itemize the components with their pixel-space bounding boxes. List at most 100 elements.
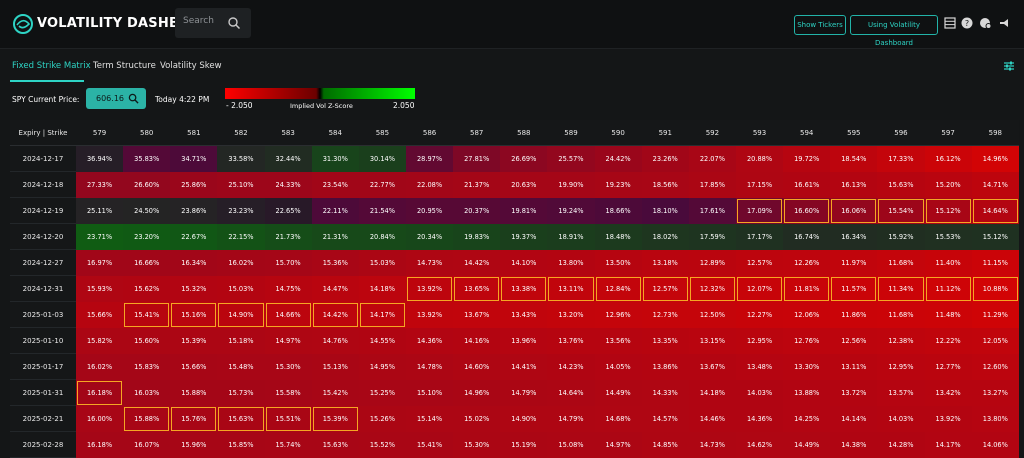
iv-cell[interactable]: 27.33% <box>76 171 124 198</box>
iv-cell[interactable]: 15.93% <box>76 275 124 302</box>
iv-cell[interactable]: 11.81% <box>783 275 831 302</box>
iv-cell[interactable]: 15.39% <box>170 327 218 354</box>
iv-cell[interactable]: 14.97% <box>264 327 312 354</box>
logo-icon[interactable] <box>12 13 34 35</box>
iv-cell[interactable]: 14.73% <box>405 249 454 276</box>
iv-cell[interactable]: 12.95% <box>877 353 925 380</box>
iv-cell[interactable]: 22.77% <box>358 171 406 198</box>
iv-cell[interactable]: 14.41% <box>500 353 548 380</box>
iv-cell[interactable]: 13.80% <box>971 405 1019 432</box>
iv-cell[interactable]: 14.78% <box>405 353 454 380</box>
tab-volatility-skew[interactable]: Volatility Skew <box>160 61 222 71</box>
tab-fixed-strike-matrix[interactable]: Fixed Strike Matrix <box>12 61 91 71</box>
iv-cell[interactable]: 33.58% <box>217 145 265 172</box>
iv-cell[interactable]: 14.18% <box>688 379 736 406</box>
iv-cell[interactable]: 14.60% <box>453 353 501 380</box>
iv-cell[interactable]: 14.96% <box>971 145 1019 172</box>
iv-cell[interactable]: 16.97% <box>76 249 124 276</box>
iv-cell[interactable]: 25.11% <box>76 197 124 224</box>
iv-cell[interactable]: 23.26% <box>641 145 689 172</box>
iv-cell[interactable]: 14.68% <box>594 405 642 432</box>
iv-cell[interactable]: 13.15% <box>688 327 736 354</box>
iv-cell[interactable]: 13.57% <box>877 379 925 406</box>
iv-cell[interactable]: 16.74% <box>783 223 831 250</box>
iv-cell[interactable]: 21.54% <box>358 197 406 224</box>
iv-cell[interactable]: 15.85% <box>217 431 265 458</box>
iv-cell[interactable]: 11.48% <box>924 301 972 328</box>
iv-cell[interactable]: 13.27% <box>971 379 1019 406</box>
iv-cell[interactable]: 13.86% <box>641 353 689 380</box>
iv-cell[interactable]: 17.15% <box>735 171 784 198</box>
iv-cell[interactable]: 15.53% <box>924 223 972 250</box>
iv-cell[interactable]: 22.15% <box>217 223 265 250</box>
iv-cell[interactable]: 15.36% <box>311 249 359 276</box>
iv-cell[interactable]: 14.14% <box>830 405 878 432</box>
iv-cell[interactable]: 13.80% <box>547 249 595 276</box>
iv-cell[interactable]: 15.54% <box>877 197 925 224</box>
iv-cell[interactable]: 11.15% <box>971 249 1019 276</box>
alerts-icon[interactable] <box>979 17 991 29</box>
show-tickers-button[interactable]: Show Tickers <box>794 15 846 35</box>
iv-cell[interactable]: 14.64% <box>971 197 1019 224</box>
iv-cell[interactable]: 12.50% <box>688 301 736 328</box>
iv-cell[interactable]: 15.88% <box>170 379 218 406</box>
price-button[interactable]: 606.16 <box>86 88 146 109</box>
tab-term-structure[interactable]: Term Structure <box>93 61 156 71</box>
iv-cell[interactable]: 16.02% <box>76 353 124 380</box>
iv-cell[interactable]: 19.83% <box>453 223 501 250</box>
iv-cell[interactable]: 15.42% <box>311 379 359 406</box>
iv-cell[interactable]: 12.56% <box>830 327 878 354</box>
announce-icon[interactable] <box>999 17 1011 29</box>
iv-cell[interactable]: 19.72% <box>783 145 831 172</box>
iv-cell[interactable]: 13.67% <box>688 353 736 380</box>
iv-cell[interactable]: 13.65% <box>453 275 501 302</box>
iv-cell[interactable]: 31.30% <box>311 145 359 172</box>
iv-cell[interactable]: 14.97% <box>594 431 642 458</box>
iv-cell[interactable]: 14.38% <box>830 431 878 458</box>
iv-cell[interactable]: 19.90% <box>547 171 595 198</box>
iv-cell[interactable]: 19.37% <box>500 223 548 250</box>
iv-cell[interactable]: 15.03% <box>217 275 265 302</box>
iv-cell[interactable]: 15.62% <box>123 275 171 302</box>
iv-cell[interactable]: 15.96% <box>170 431 218 458</box>
iv-cell[interactable]: 14.16% <box>453 327 501 354</box>
iv-cell[interactable]: 15.63% <box>217 405 265 432</box>
iv-cell[interactable]: 12.95% <box>735 327 784 354</box>
iv-cell[interactable]: 14.75% <box>264 275 312 302</box>
iv-cell[interactable]: 20.63% <box>500 171 548 198</box>
iv-cell[interactable]: 10.88% <box>971 275 1019 302</box>
iv-cell[interactable]: 14.62% <box>735 431 784 458</box>
iv-cell[interactable]: 11.29% <box>971 301 1019 328</box>
iv-cell[interactable]: 15.30% <box>453 431 501 458</box>
iv-cell[interactable]: 16.03% <box>123 379 171 406</box>
iv-cell[interactable]: 11.97% <box>830 249 878 276</box>
iv-cell[interactable]: 26.69% <box>500 145 548 172</box>
iv-cell[interactable]: 13.92% <box>405 275 454 302</box>
iv-cell[interactable]: 14.03% <box>877 405 925 432</box>
iv-cell[interactable]: 16.13% <box>830 171 878 198</box>
using-dashboard-button[interactable]: Using Volatility Dashboard <box>850 15 938 47</box>
iv-cell[interactable]: 15.66% <box>76 301 124 328</box>
iv-cell[interactable]: 24.50% <box>123 197 171 224</box>
iv-cell[interactable]: 15.82% <box>76 327 124 354</box>
iv-cell[interactable]: 14.79% <box>500 379 548 406</box>
iv-cell[interactable]: 12.22% <box>924 327 972 354</box>
iv-cell[interactable]: 17.61% <box>688 197 736 224</box>
iv-cell[interactable]: 15.66% <box>170 353 218 380</box>
iv-cell[interactable]: 22.11% <box>311 197 359 224</box>
iv-cell[interactable]: 14.85% <box>641 431 689 458</box>
iv-cell[interactable]: 20.88% <box>735 145 784 172</box>
filter-settings-icon[interactable] <box>1003 60 1015 72</box>
iv-cell[interactable]: 21.37% <box>453 171 501 198</box>
iv-cell[interactable]: 14.90% <box>500 405 548 432</box>
iv-cell[interactable]: 14.55% <box>358 327 406 354</box>
iv-cell[interactable]: 24.33% <box>264 171 312 198</box>
iv-cell[interactable]: 15.19% <box>500 431 548 458</box>
iv-cell[interactable]: 20.84% <box>358 223 406 250</box>
iv-cell[interactable]: 12.26% <box>783 249 831 276</box>
iv-cell[interactable]: 14.46% <box>688 405 736 432</box>
iv-cell[interactable]: 18.66% <box>594 197 642 224</box>
iv-cell[interactable]: 14.73% <box>688 431 736 458</box>
iv-cell[interactable]: 13.48% <box>735 353 784 380</box>
iv-cell[interactable]: 27.81% <box>453 145 501 172</box>
